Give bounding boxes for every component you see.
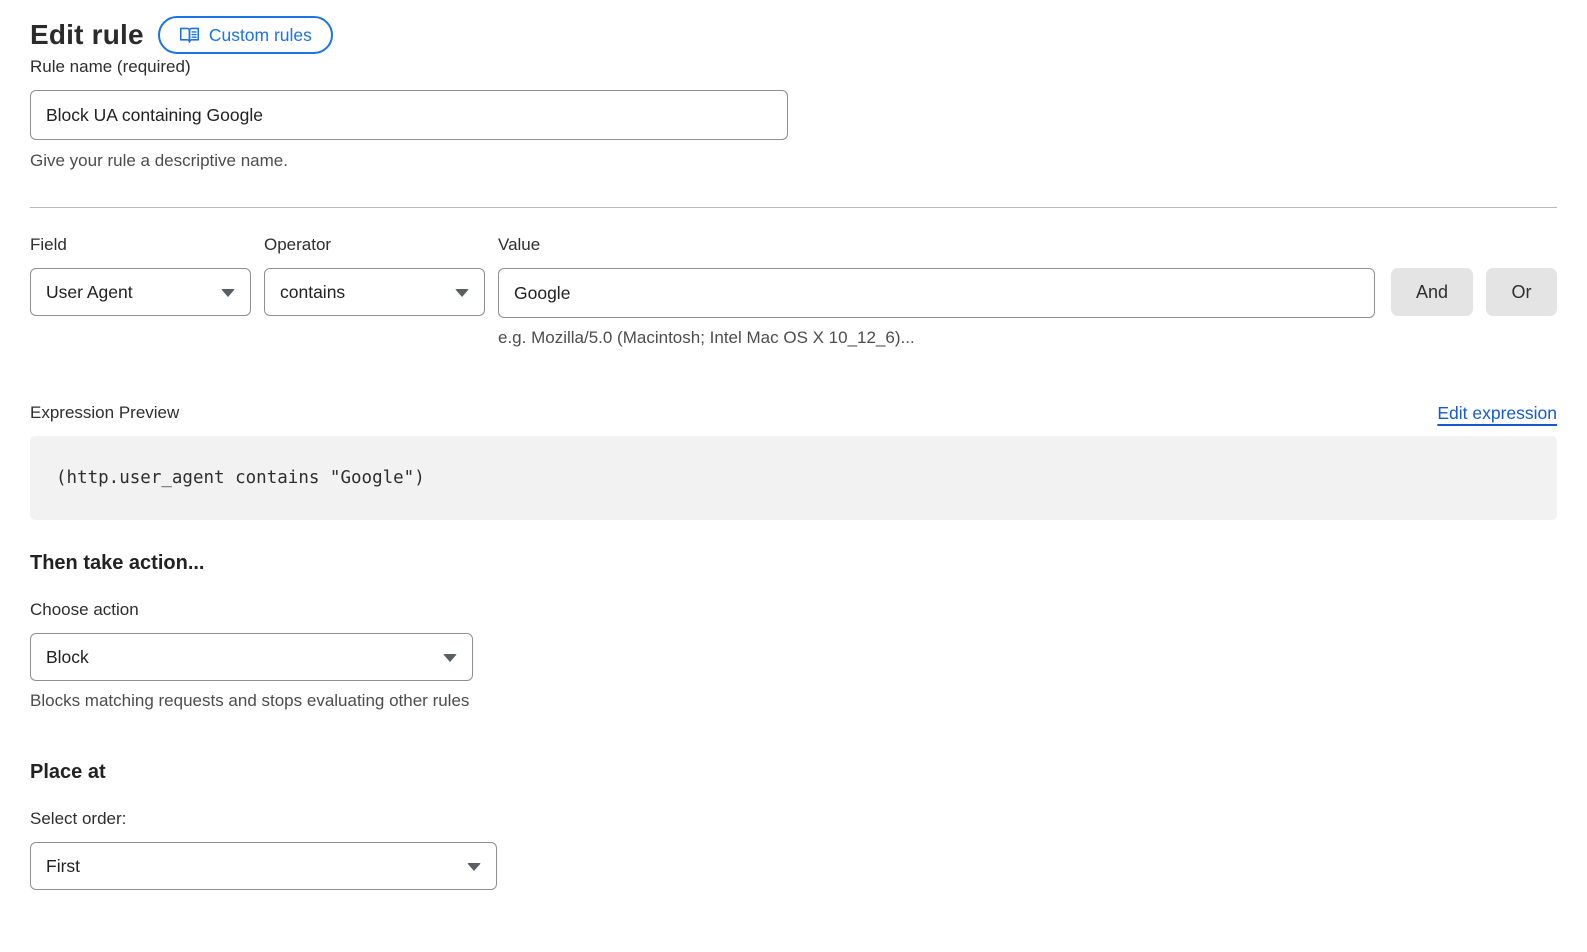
select-order-label: Select order: bbox=[30, 808, 1557, 830]
field-select[interactable]: User Agent bbox=[30, 268, 251, 316]
expression-code: (http.user_agent contains "Google") bbox=[56, 468, 425, 488]
edit-rule-page: Edit rule Custom rules Rule name (requir… bbox=[0, 0, 1587, 890]
section-divider bbox=[30, 207, 1557, 208]
and-column: And bbox=[1391, 234, 1473, 316]
order-select-value: First bbox=[46, 856, 80, 877]
field-column: Field User Agent bbox=[30, 234, 251, 316]
custom-rules-docs-button[interactable]: Custom rules bbox=[158, 16, 333, 54]
triangle-down-icon bbox=[455, 289, 469, 297]
operator-select-value: contains bbox=[280, 282, 345, 303]
value-help: e.g. Mozilla/5.0 (Macintosh; Intel Mac O… bbox=[498, 327, 1375, 348]
expression-header: Expression Preview Edit expression bbox=[30, 402, 1557, 424]
page-title: Edit rule bbox=[30, 19, 144, 51]
page-header: Edit rule Custom rules bbox=[30, 14, 1557, 56]
action-section-heading: Then take action... bbox=[30, 552, 1557, 575]
custom-rules-label: Custom rules bbox=[209, 25, 312, 46]
condition-row: Field User Agent Operator contains Value… bbox=[30, 234, 1557, 348]
rule-name-help: Give your rule a descriptive name. bbox=[30, 150, 1557, 171]
action-select[interactable]: Block bbox=[30, 633, 473, 681]
or-column: Or bbox=[1486, 234, 1557, 316]
expression-preview-label: Expression Preview bbox=[30, 402, 179, 424]
action-help: Blocks matching requests and stops evalu… bbox=[30, 690, 1557, 711]
order-select[interactable]: First bbox=[30, 842, 497, 890]
operator-select[interactable]: contains bbox=[264, 268, 485, 316]
rule-name-label: Rule name (required) bbox=[30, 57, 191, 76]
triangle-down-icon bbox=[221, 289, 235, 297]
choose-action-label: Choose action bbox=[30, 599, 1557, 621]
action-select-value: Block bbox=[46, 647, 89, 668]
expression-preview-block: (http.user_agent contains "Google") bbox=[30, 436, 1557, 520]
value-input[interactable] bbox=[498, 268, 1375, 318]
triangle-down-icon bbox=[443, 654, 457, 662]
and-button[interactable]: And bbox=[1391, 268, 1473, 316]
value-column: Value e.g. Mozilla/5.0 (Macintosh; Intel… bbox=[498, 234, 1375, 348]
value-label: Value bbox=[498, 234, 1375, 256]
rule-name-input[interactable] bbox=[30, 90, 788, 140]
edit-expression-link[interactable]: Edit expression bbox=[1437, 403, 1557, 424]
operator-column: Operator contains bbox=[264, 234, 485, 316]
or-button[interactable]: Or bbox=[1486, 268, 1557, 316]
open-book-icon bbox=[179, 26, 200, 44]
placement-section-heading: Place at bbox=[30, 761, 1557, 784]
operator-label: Operator bbox=[264, 234, 485, 256]
field-label: Field bbox=[30, 234, 251, 256]
triangle-down-icon bbox=[467, 863, 481, 871]
field-select-value: User Agent bbox=[46, 282, 133, 303]
